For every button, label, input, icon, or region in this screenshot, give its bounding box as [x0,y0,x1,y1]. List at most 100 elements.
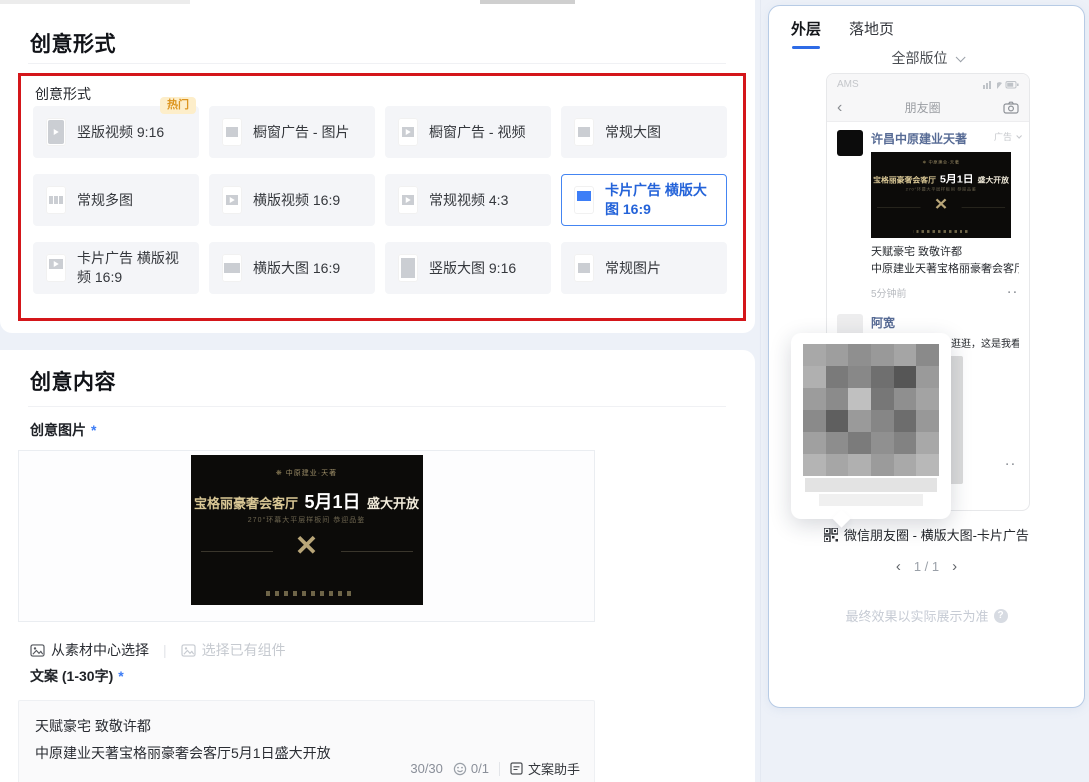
brand-logo-icon [276,470,286,477]
advertiser-avatar [837,130,863,156]
help-icon: ? [994,609,1008,623]
tab-outer-layer[interactable]: 外层 [791,18,821,45]
ad-post: 许昌中原建业天著 广告 中原建业·天著 宝格丽豪奢会客厅 5月1日 盛大开放 [837,130,1019,300]
format-tiles: 竖版视频 9:16热门橱窗广告 - 图片橱窗广告 - 视频 常规大图常规多图 横版视… [33,106,727,294]
ornament-icon [191,529,423,562]
format-tile[interactable]: 橱窗广告 - 视频 [385,106,551,158]
preview-tabs: 外层 落地页 [791,18,894,45]
format-tile-label: 常规多图 [77,191,133,210]
tall-format-icon [398,254,418,282]
section-divider [28,63,726,64]
format-tile-label: 竖版视频 9:16 [77,123,164,142]
next-page-button[interactable]: › [952,559,957,574]
qr-mosaic-footer-2 [819,494,923,506]
copy-textarea[interactable]: 天赋豪宅 致敬许都 中原建业天著宝格丽豪奢会客厅5月1日盛大开放 30/30 0… [18,700,595,782]
format-tile[interactable]: 橱窗广告 - 图片 [209,106,375,158]
required-mark: * [118,668,123,684]
wide-format-icon [222,254,242,282]
assistant-icon [510,762,523,775]
creative-footline-decor [261,591,353,596]
preview-disclaimer: 最终效果以实际展示为准 ? [769,606,1084,625]
char-counter: 30/30 [410,761,443,776]
format-tile[interactable]: 常规多图 [33,174,199,226]
creative-image-box: 中原建业·天著 宝格丽豪奢会客厅 5月1日 盛大开放 270°环幕大平层样板间 … [18,450,595,622]
smiley-icon [453,762,467,776]
screen: 创意形式 创意形式 竖版视频 9:16热门橱窗广告 - 图片橱窗广告 - 视频常… [0,0,1089,782]
format-tile[interactable]: 卡片广告 横版大图 16:9 [561,174,727,226]
preview-panel: 外层 落地页 全部版位 AMS ‹ 朋友圈 [768,5,1085,708]
ad-post-image: 中原建业·天著 宝格丽豪奢会客厅 5月1日 盛大开放 270°环幕大平层样板间 … [871,152,1011,238]
post-menu-icon: ·· [1006,459,1017,471]
creative-headline: 宝格丽豪奢会客厅 5月1日 盛大开放 [191,488,423,514]
ad-tag: 广告 [994,130,1019,143]
multi-format-icon [46,186,66,214]
link-separator: | [163,642,167,658]
format-field-label: 创意形式 [35,84,91,104]
format-tile-label: 常规视频 4:3 [429,191,508,210]
format-tile[interactable]: 横版大图 16:9 [209,242,375,294]
format-tile[interactable]: 竖版视频 9:16热门 [33,106,199,158]
advertiser-name: 许昌中原建业天著 [871,130,967,147]
image-field-label: 创意图片* [30,420,96,440]
vertical-video-format-icon [46,118,66,146]
page-top-fragment-mid [480,0,575,4]
qr-code-popup [791,333,951,519]
format-tile-label: 卡片广告 横版视频 16:9 [77,249,190,287]
format-tile-label: 常规大图 [605,123,661,142]
creative-format-card: 创意形式 创意形式 竖版视频 9:16热门橱窗广告 - 图片橱窗广告 - 视频常… [0,5,755,333]
video-format-icon [398,186,418,214]
format-tile[interactable]: 常规大图 [561,106,727,158]
highlight-red-box: 创意形式 竖版视频 9:16热门橱窗广告 - 图片橱窗广告 - 视频 常规大图常规… [18,73,746,321]
format-tile[interactable]: 横版视频 16:9 [209,174,375,226]
format-tile[interactable]: 常规视频 4:3 [385,174,551,226]
format-tile[interactable]: 卡片广告 横版视频 16:9 [33,242,199,294]
content-divider-line [760,0,761,782]
ornament-icon [871,194,1011,213]
emoji-button[interactable]: 0/1 [453,761,489,776]
format-tile-label: 竖版大图 9:16 [429,259,516,278]
placement-filter-dropdown[interactable]: 全部版位 [769,48,1084,68]
required-mark: * [91,422,96,438]
phone-nav-bar: ‹ 朋友圈 [827,94,1029,122]
chevron-down-icon [955,52,965,62]
picture-icon [181,644,196,657]
copy-field-label: 文案 (1-30字)* [30,666,124,686]
chevron-down-icon [1016,133,1022,139]
tab-landing-page[interactable]: 落地页 [849,18,894,45]
format-tile[interactable]: 竖版大图 9:16 [385,242,551,294]
creative-subline: 270°环幕大平层样板间 恭迎品鉴 [191,515,423,525]
phone-nav-title: 朋友圈 [842,99,1003,116]
ad-post-text-2: 中原建业天著宝格丽豪奢会客厅5月1日盛... [871,261,1019,277]
ad-creative-image: 中原建业·天著 宝格丽豪奢会客厅 5月1日 盛大开放 270°环幕大平层样板间 … [191,455,423,605]
select-from-library-link[interactable]: 从素材中心选择 [30,640,149,660]
copy-line-1: 天赋豪宅 致敬许都 [35,713,578,740]
preview-pagination: ‹ 1 / 1 › [769,559,1084,574]
video-format-icon [222,186,242,214]
copy-assistant-button[interactable]: 文案助手 [510,759,580,778]
video-format-icon [398,118,418,146]
section-divider [28,406,726,407]
format-tile-label: 卡片广告 横版大图 16:9 [605,181,718,219]
carrier-label: AMS [837,79,859,90]
emoji-counter: 0/1 [471,761,489,776]
select-existing-link[interactable]: 选择已有组件 [181,640,286,660]
card-video-format-icon [46,254,66,282]
status-icons [983,79,1019,89]
format-tile[interactable]: 常规图片 [561,242,727,294]
placement-caption: 微信朋友圈 - 横版大图-卡片广告 [769,525,1084,544]
page-indicator: 1 / 1 [914,559,939,574]
camera-icon [1003,101,1019,114]
image-format-icon [574,118,594,146]
qr-mosaic-footer-1 [805,478,937,492]
ad-post-timestamp: 5分钟前 [871,285,907,300]
prev-page-button[interactable]: ‹ [896,559,901,574]
brand-text: 中原建业·天著 [286,470,337,477]
creative-format-title: 创意形式 [30,28,116,58]
image-format-icon [574,254,594,282]
post-menu-icon: ·· [1008,287,1019,299]
counter-divider [499,762,500,776]
ad-post-text-1: 天赋豪宅 致敬许都 [871,244,1019,260]
qr-code-icon [824,528,838,542]
qr-mosaic [803,344,939,476]
page-top-fragment-left [0,0,190,4]
